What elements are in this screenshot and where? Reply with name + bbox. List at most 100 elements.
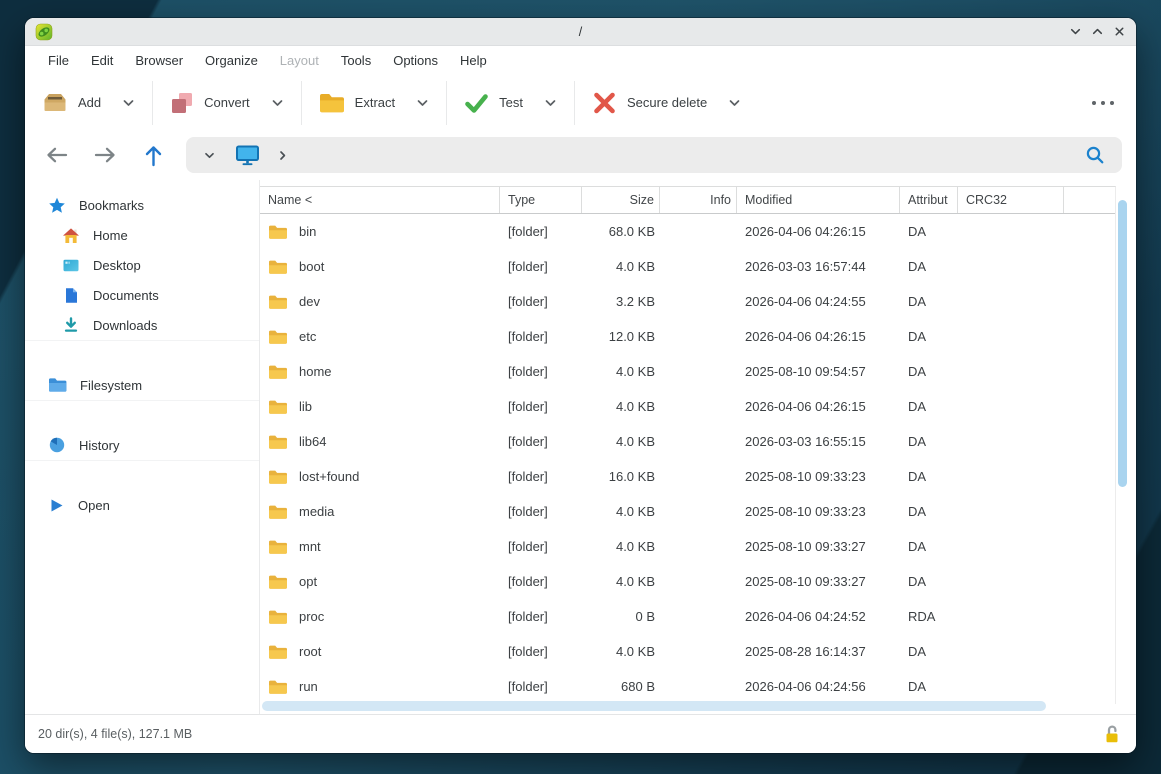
table-row[interactable]: root [folder] 4.0 KB 2025-08-28 16:14:37…	[260, 634, 1115, 669]
folder-icon	[268, 399, 288, 415]
convert-dropdown[interactable]	[260, 93, 295, 113]
sidebar-item-open[interactable]: Open	[25, 490, 259, 520]
navbar	[25, 130, 1136, 180]
folder-icon	[268, 609, 288, 625]
toolbar: Add Convert	[25, 75, 1136, 130]
address-bar[interactable]	[186, 137, 1122, 173]
file-type: [folder]	[500, 224, 582, 239]
file-modified: 2026-04-06 04:24:52	[737, 609, 900, 624]
menubar: File Edit Browser Organize Layout Tools …	[25, 46, 1136, 75]
table-row[interactable]: run [folder] 680 B 2026-04-06 04:24:56 D…	[260, 669, 1115, 704]
sidebar-item-label: Open	[78, 498, 110, 513]
file-name: mnt	[299, 539, 321, 554]
file-name: lib	[299, 399, 312, 414]
column-header-info[interactable]: Info	[660, 187, 737, 213]
extract-button[interactable]: Extract	[308, 85, 405, 121]
table-row[interactable]: lib64 [folder] 4.0 KB 2026-03-03 16:55:1…	[260, 424, 1115, 459]
column-header-size[interactable]: Size	[582, 187, 660, 213]
maximize-button[interactable]	[1091, 25, 1104, 38]
menu-help[interactable]: Help	[449, 49, 498, 72]
menu-file[interactable]: File	[37, 49, 80, 72]
menu-browser[interactable]: Browser	[124, 49, 194, 72]
file-attributes: DA	[900, 399, 958, 414]
menu-tools[interactable]: Tools	[330, 49, 382, 72]
vertical-scrollbar[interactable]	[1118, 200, 1127, 487]
file-type: [folder]	[500, 259, 582, 274]
breadcrumb-root[interactable]	[229, 141, 266, 169]
file-size: 12.0 KB	[582, 329, 660, 344]
minimize-button[interactable]	[1069, 25, 1082, 38]
window-title: /	[25, 25, 1136, 39]
ellipsis-icon	[1090, 99, 1116, 107]
column-header-attribut[interactable]: Attribut	[900, 187, 958, 213]
extract-folder-icon	[318, 91, 346, 115]
add-button[interactable]: Add	[31, 84, 111, 121]
forward-button[interactable]	[88, 139, 123, 171]
sidebar: Bookmarks Home Desktop	[25, 180, 260, 714]
file-name: root	[299, 644, 321, 659]
history-icon	[48, 436, 66, 454]
table-row[interactable]: proc [folder] 0 B 2026-04-06 04:24:52 RD…	[260, 599, 1115, 634]
sidebar-item-label: Downloads	[93, 318, 157, 333]
sidebar-item-filesystem[interactable]: Filesystem	[25, 370, 259, 400]
table-row[interactable]: bin [folder] 68.0 KB 2026-04-06 04:26:15…	[260, 214, 1115, 249]
secure-delete-button[interactable]: Secure delete	[581, 84, 717, 122]
table-row[interactable]: etc [folder] 12.0 KB 2026-04-06 04:26:15…	[260, 319, 1115, 354]
file-size: 4.0 KB	[582, 259, 660, 274]
folder-icon	[268, 294, 288, 310]
file-size: 4.0 KB	[582, 574, 660, 589]
sidebar-item-desktop[interactable]: Desktop	[25, 250, 259, 280]
chevron-right-icon	[278, 150, 287, 161]
table-row[interactable]: media [folder] 4.0 KB 2025-08-10 09:33:2…	[260, 494, 1115, 529]
table-row[interactable]: mnt [folder] 4.0 KB 2025-08-10 09:33:27 …	[260, 529, 1115, 564]
desktop-icon	[62, 257, 80, 274]
table-row[interactable]: opt [folder] 4.0 KB 2025-08-10 09:33:27 …	[260, 564, 1115, 599]
folder-icon	[268, 259, 288, 275]
sidebar-item-bookmarks[interactable]: Bookmarks	[25, 190, 259, 220]
file-name: lost+found	[299, 469, 359, 484]
column-header-modified[interactable]: Modified	[737, 187, 900, 213]
horizontal-scrollbar[interactable]	[262, 701, 1046, 711]
extract-label: Extract	[355, 95, 395, 110]
toolbar-more-button[interactable]	[1080, 86, 1126, 120]
unlock-status-button[interactable]	[1100, 722, 1123, 746]
sidebar-item-documents[interactable]: Documents	[25, 280, 259, 310]
test-button[interactable]: Test	[453, 84, 533, 122]
toolbar-separator	[446, 81, 447, 125]
table-row[interactable]: dev [folder] 3.2 KB 2026-04-06 04:24:55 …	[260, 284, 1115, 319]
column-header-name[interactable]: Name <	[260, 187, 500, 213]
sidebar-item-history[interactable]: History	[25, 430, 259, 460]
address-dropdown[interactable]	[198, 148, 221, 163]
up-button[interactable]	[137, 138, 170, 173]
menu-options[interactable]: Options	[382, 49, 449, 72]
sidebar-item-home[interactable]: Home	[25, 220, 259, 250]
chevron-down-icon	[417, 99, 428, 107]
file-type: [folder]	[500, 399, 582, 414]
file-table: Name < Type Size Info Modified Attribut …	[260, 186, 1116, 704]
column-header-crc32[interactable]: CRC32	[958, 187, 1064, 213]
close-button[interactable]	[1113, 25, 1126, 38]
file-attributes: DA	[900, 644, 958, 659]
test-dropdown[interactable]	[533, 93, 568, 113]
back-button[interactable]	[39, 139, 74, 171]
convert-button[interactable]: Convert	[159, 84, 260, 122]
folder-icon	[268, 679, 288, 695]
file-modified: 2026-04-06 04:24:55	[737, 294, 900, 309]
archive-box-icon	[41, 90, 69, 115]
search-button[interactable]	[1080, 141, 1110, 169]
table-row[interactable]: lost+found [folder] 16.0 KB 2025-08-10 0…	[260, 459, 1115, 494]
menu-organize[interactable]: Organize	[194, 49, 269, 72]
sidebar-item-downloads[interactable]: Downloads	[25, 310, 259, 340]
folder-icon	[268, 224, 288, 240]
column-header-type[interactable]: Type	[500, 187, 582, 213]
file-size: 680 B	[582, 679, 660, 694]
add-dropdown[interactable]	[111, 93, 146, 113]
extract-dropdown[interactable]	[405, 93, 440, 113]
table-row[interactable]: home [folder] 4.0 KB 2025-08-10 09:54:57…	[260, 354, 1115, 389]
file-type: [folder]	[500, 364, 582, 379]
menu-edit[interactable]: Edit	[80, 49, 124, 72]
table-row[interactable]: lib [folder] 4.0 KB 2026-04-06 04:26:15 …	[260, 389, 1115, 424]
secure-delete-dropdown[interactable]	[717, 93, 752, 113]
checkmark-icon	[463, 90, 490, 116]
table-row[interactable]: boot [folder] 4.0 KB 2026-03-03 16:57:44…	[260, 249, 1115, 284]
